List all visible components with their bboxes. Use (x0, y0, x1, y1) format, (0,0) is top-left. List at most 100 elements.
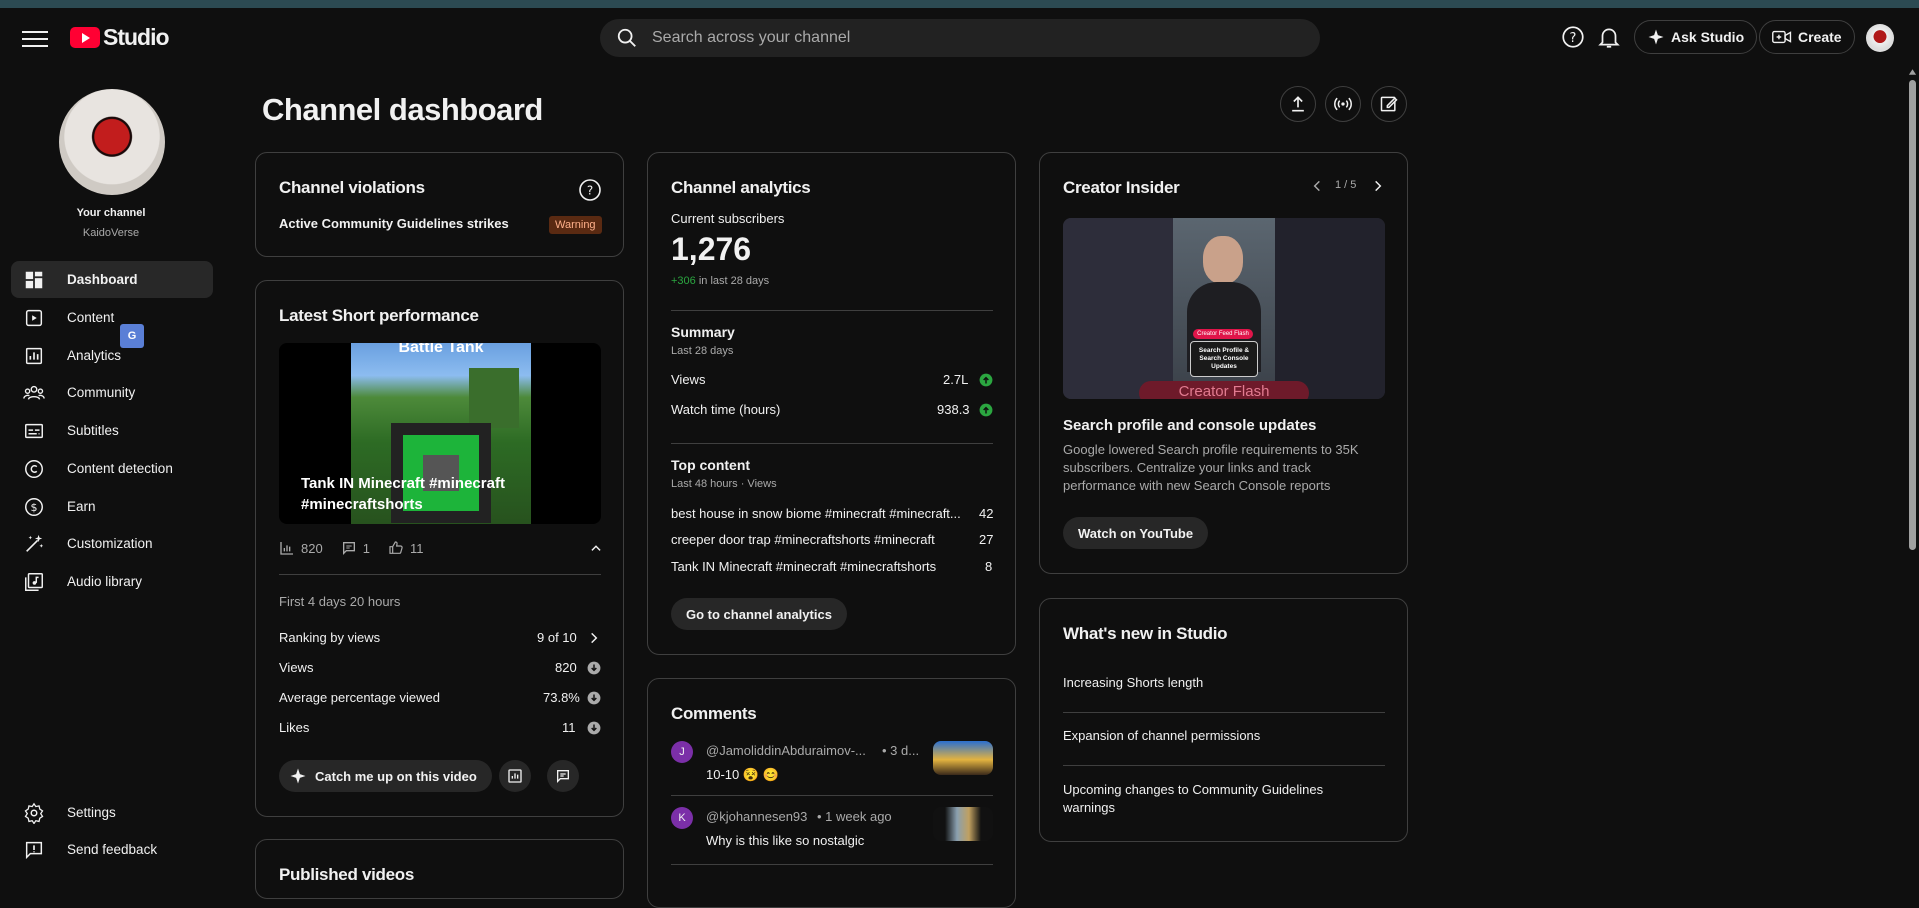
insider-video-thumbnail[interactable]: Creator Feed Flash Search Profile & Sear… (1063, 218, 1385, 399)
divider (1063, 765, 1385, 766)
channel-violations-card: Channel violations ? Active Community Gu… (255, 152, 624, 257)
card-title: Latest Short performance (279, 306, 479, 325)
sidebar-item-settings[interactable]: Settings (11, 794, 213, 831)
sidebar-item-audio-library[interactable]: Audio library (11, 563, 213, 600)
thumbnail-card-text: Search Profile & Search Console Updates (1190, 341, 1258, 377)
likes-count: 11 (409, 540, 424, 556)
creator-insider-card: Creator Insider 1 / 5 Creator Feed Flash… (1039, 152, 1408, 574)
sidebar-item-content-detection[interactable]: Content detection (11, 450, 213, 487)
avatar[interactable]: J (671, 741, 693, 763)
watch-on-youtube-button[interactable]: Watch on YouTube (1063, 517, 1209, 549)
catch-me-up-button[interactable]: Catch me up on this video (279, 760, 492, 792)
sidebar-item-label: Audio library (67, 574, 143, 589)
chevron-right-icon[interactable] (1371, 179, 1385, 193)
comments-count: 1 (362, 540, 370, 556)
live-icon (1334, 97, 1352, 111)
ask-studio-button[interactable]: Ask Studio (1634, 20, 1758, 54)
top-content-item-2[interactable]: creeper door trap #minecraftshorts #mine… (671, 532, 935, 547)
insider-description: Google lowered Search profile requiremen… (1063, 442, 1359, 493)
sidebar-item-label: Settings (67, 805, 116, 820)
help-icon[interactable]: ? (1560, 24, 1586, 50)
sidebar-item-label: Subtitles (67, 423, 119, 438)
sidebar-item-community[interactable]: Community (11, 374, 213, 411)
go-live-button[interactable] (1325, 86, 1361, 122)
logo-text: Studio (103, 24, 170, 50)
sidebar-item-earn[interactable]: $ Earn (11, 488, 213, 525)
comment-author[interactable]: @JamoliddinAbduraimov-... (706, 743, 866, 758)
sidebar-item-label: Earn (67, 499, 96, 514)
top-content-title: Top content (671, 457, 751, 473)
sidebar-item-subtitles[interactable]: Subtitles (11, 412, 213, 449)
create-button[interactable]: Create (1759, 20, 1855, 54)
sidebar-item-send-feedback[interactable]: Send feedback (11, 831, 213, 868)
scrollbar-thumb[interactable] (1909, 80, 1916, 550)
summary-watchtime-value: 938.3 (937, 402, 970, 417)
studio-logo[interactable]: Studio (70, 24, 170, 51)
chevron-up-icon[interactable] (589, 541, 603, 555)
strikes-label: Active Community Guidelines strikes (279, 216, 509, 231)
analytics-icon (508, 769, 522, 783)
svg-text:$: $ (31, 501, 38, 514)
sidebar-item-dashboard[interactable]: Dashboard (11, 261, 213, 298)
comment-video-thumbnail[interactable] (933, 807, 993, 841)
comment-video-thumbnail[interactable] (933, 741, 993, 775)
top-content-item-3[interactable]: Tank IN Minecraft #minecraft #minecrafts… (671, 559, 936, 574)
ranking-label: Ranking by views (279, 630, 381, 645)
video-analytics-button[interactable] (499, 760, 531, 792)
summary-title: Summary (671, 324, 735, 340)
insider-video-title[interactable]: Search profile and console updates (1063, 417, 1316, 434)
card-title: Creator Insider (1063, 178, 1180, 197)
upload-button[interactable] (1280, 86, 1316, 122)
channel-avatar[interactable] (59, 89, 165, 195)
video-comments-button[interactable] (547, 760, 579, 792)
notifications-icon[interactable] (1596, 24, 1622, 50)
card-title: Channel violations (279, 178, 425, 197)
translate-extension-icon[interactable]: G (120, 324, 144, 348)
page-scrollbar[interactable] (1906, 66, 1919, 880)
whats-new-card: What's new in Studio Increasing Shorts l… (1039, 598, 1408, 842)
views-count: 820 (301, 540, 323, 556)
short-thumbnail[interactable]: Battle Tank Tank IN Minecraft #minecraft… (279, 343, 601, 524)
comment-author[interactable]: @kjohannesen93 (706, 809, 807, 824)
svg-text:?: ? (587, 184, 593, 198)
summary-period: Last 28 days (671, 345, 734, 357)
top-content-item-1[interactable]: best house in snow biome #minecraft #min… (671, 506, 961, 521)
subscribers-delta-value: +306 (671, 275, 696, 287)
scroll-up-arrow-icon[interactable] (1908, 68, 1917, 76)
summary-watchtime-label: Watch time (hours) (671, 402, 781, 417)
sidebar-item-analytics[interactable]: Analytics (11, 337, 213, 374)
card-title: What's new in Studio (1063, 624, 1228, 643)
account-avatar[interactable] (1866, 24, 1894, 52)
comments-card: Comments J @JamoliddinAbduraimov-... • 3… (647, 678, 1016, 908)
sidebar-item-customization[interactable]: Customization (11, 525, 213, 562)
search-bar[interactable] (600, 19, 1320, 57)
your-channel-label: Your channel (76, 207, 146, 219)
sparkle-icon (1648, 29, 1664, 45)
whats-new-item[interactable]: Upcoming changes to Community Guidelines… (1063, 781, 1353, 817)
card-title: Channel analytics (671, 178, 811, 197)
avatar[interactable]: K (671, 807, 693, 829)
summary-views-value: 2.7L (943, 372, 969, 387)
chevron-left-icon[interactable] (1310, 179, 1324, 193)
menu-icon[interactable] (22, 28, 48, 48)
whats-new-item[interactable]: Increasing Shorts length (1063, 675, 1203, 690)
sidebar-item-content[interactable]: Content (11, 299, 213, 336)
up-arrow-icon (979, 373, 993, 387)
whats-new-item[interactable]: Expansion of channel permissions (1063, 728, 1260, 743)
channel-analytics-card: Channel analytics Current subscribers 1,… (647, 152, 1016, 655)
comment-time: • 3 d... (882, 743, 920, 758)
create-post-button[interactable] (1371, 86, 1407, 122)
feedback-icon (25, 841, 43, 860)
down-arrow-icon (587, 661, 601, 675)
top-bar: Studio ? Ask Studio Create (0, 8, 1919, 66)
search-input[interactable] (652, 29, 1252, 47)
go-to-analytics-button[interactable]: Go to channel analytics (671, 598, 847, 630)
search-icon (617, 28, 636, 47)
analytics-icon (25, 347, 43, 365)
help-icon[interactable]: ? (578, 178, 602, 202)
sidebar-item-label: Content (67, 310, 115, 325)
card-title: Comments (671, 704, 757, 723)
likes-label: Likes (279, 720, 310, 735)
chevron-right-icon[interactable] (587, 631, 601, 645)
thumbnail-top-text: Battle Tank (398, 343, 484, 356)
